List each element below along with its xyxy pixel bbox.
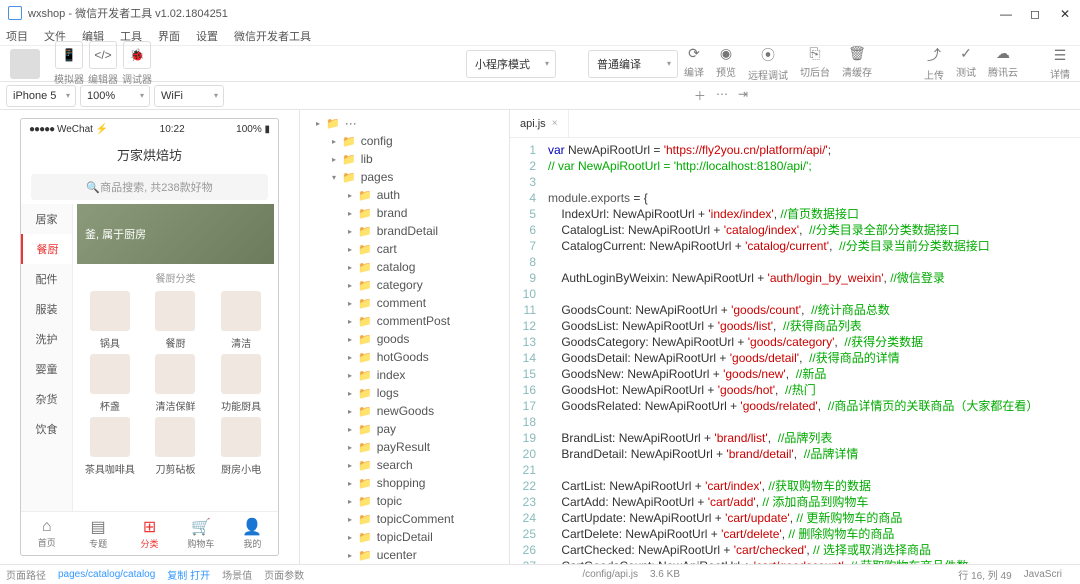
tree-folder[interactable]: ▸📁cart: [300, 240, 509, 258]
sidebar-category[interactable]: 配件: [21, 264, 72, 294]
menu-item[interactable]: 设置: [196, 28, 218, 44]
grid-item[interactable]: 餐厨: [145, 291, 207, 350]
detail-icon[interactable]: ☰: [1054, 47, 1067, 64]
debugger-label: 调试器: [122, 71, 152, 86]
maximize-button[interactable]: ◻: [1030, 7, 1042, 19]
test-icon[interactable]: ✓: [960, 45, 972, 62]
grid-item[interactable]: 杯盏: [79, 354, 141, 413]
tree-folder[interactable]: ▸📁catalog: [300, 258, 509, 276]
upload-icon[interactable]: ⤴: [927, 45, 941, 65]
debugger-button[interactable]: 🐞: [123, 41, 151, 69]
grid-item[interactable]: 茶具咖啡具: [79, 417, 141, 476]
tree-folder[interactable]: ▸📁pay: [300, 420, 509, 438]
tabbar-item[interactable]: 👤我的: [227, 512, 278, 555]
footer-copy-open[interactable]: 复制 打开: [167, 567, 210, 582]
grid-item[interactable]: 厨房小电: [210, 417, 272, 476]
tree-folder[interactable]: ▸📁newGoods: [300, 402, 509, 420]
app-title: 万家烘焙坊: [21, 139, 278, 170]
tabbar-item[interactable]: ▤专题: [72, 512, 123, 555]
tree-folder[interactable]: ▸📁logs: [300, 384, 509, 402]
tree-folder[interactable]: ▸📁search: [300, 456, 509, 474]
footer-lang: JavaScri: [1024, 569, 1062, 580]
app-logo-icon: [8, 6, 22, 20]
tabbar-item[interactable]: ⊞分类: [124, 512, 175, 555]
avatar[interactable]: [10, 49, 40, 79]
cloud-icon[interactable]: ☁: [996, 45, 1010, 62]
tree-folder[interactable]: ▾📁pages: [300, 168, 509, 186]
footer-path-label: 页面路径: [6, 567, 46, 582]
footer-scene[interactable]: 场景值: [222, 567, 252, 582]
editor-tab[interactable]: api.js×: [510, 110, 569, 137]
tree-folder[interactable]: ▸📁auth: [300, 186, 509, 204]
simulator-label: 模拟器: [54, 71, 84, 86]
grid-item[interactable]: 清洁: [210, 291, 272, 350]
background-icon[interactable]: ⎘: [809, 45, 820, 62]
compile-icon[interactable]: ⟳: [688, 45, 700, 62]
tree-folder[interactable]: ▸📁···: [300, 114, 509, 132]
tree-folder[interactable]: ▸📁brandDetail: [300, 222, 509, 240]
menu-item[interactable]: 界面: [158, 28, 180, 44]
window-title: wxshop - 微信开发者工具 v1.02.1804251: [28, 5, 1000, 21]
preview-icon[interactable]: ◉: [720, 45, 732, 62]
footer-file: /config/api.js: [582, 569, 638, 580]
status-right: 100% ▮: [236, 124, 270, 135]
minimize-button[interactable]: —: [1000, 7, 1012, 19]
menu-item[interactable]: 微信开发者工具: [234, 28, 311, 44]
code-editor[interactable]: var NewApiRootUrl = 'https://fly2you.cn/…: [544, 138, 1080, 564]
network-select[interactable]: WiFi: [154, 85, 224, 107]
add-file-icon[interactable]: ＋: [694, 87, 706, 104]
status-left: ●●●●● WeChat ⚡: [29, 124, 108, 135]
sidebar-category[interactable]: 餐厨: [21, 234, 72, 264]
tabbar-item[interactable]: 🛒购物车: [175, 512, 226, 555]
close-button[interactable]: ✕: [1060, 7, 1072, 19]
mini-mode-select[interactable]: 小程序模式: [466, 50, 556, 78]
footer-params[interactable]: 页面参数: [264, 567, 304, 582]
tree-folder[interactable]: ▸📁commentPost: [300, 312, 509, 330]
category-subtitle: 餐厨分类: [73, 264, 278, 291]
tree-folder[interactable]: ▸📁config: [300, 132, 509, 150]
close-tab-icon[interactable]: ×: [552, 118, 558, 129]
tree-folder[interactable]: ▸📁hotGoods: [300, 348, 509, 366]
tree-folder[interactable]: ▸📁index: [300, 366, 509, 384]
tree-folder[interactable]: ▸📁payResult: [300, 438, 509, 456]
menu-item[interactable]: 项目: [6, 28, 28, 44]
sidebar-category[interactable]: 杂货: [21, 384, 72, 414]
clear-cache-icon[interactable]: 🗑: [848, 45, 866, 62]
grid-item[interactable]: 刀剪砧板: [145, 417, 207, 476]
sidebar-category[interactable]: 服装: [21, 294, 72, 324]
sidebar-category[interactable]: 居家: [21, 204, 72, 234]
search-input[interactable]: 🔍 商品搜索, 共238款好物: [31, 174, 268, 200]
tree-folder[interactable]: ▸📁brand: [300, 204, 509, 222]
grid-item[interactable]: 锅具: [79, 291, 141, 350]
simulator-button[interactable]: 📱: [55, 41, 83, 69]
tree-folder[interactable]: ▸📁comment: [300, 294, 509, 312]
tree-folder[interactable]: ▸📁lib: [300, 150, 509, 168]
tree-folder[interactable]: ▸📁topic: [300, 492, 509, 510]
tree-folder[interactable]: ▸📁topicDetail: [300, 528, 509, 546]
footer-size: 3.6 KB: [650, 569, 680, 580]
compile-select[interactable]: 普通编译: [588, 50, 678, 78]
collapse-panel-icon[interactable]: ⇥: [738, 87, 748, 104]
tree-folder[interactable]: ▸📁category: [300, 276, 509, 294]
grid-item[interactable]: 功能厨具: [210, 354, 272, 413]
category-banner[interactable]: 釜, 属于厨房: [77, 204, 274, 264]
zoom-select[interactable]: 100%: [80, 85, 150, 107]
status-time: 10:22: [160, 124, 185, 135]
remote-debug-icon[interactable]: ⦿: [761, 45, 775, 65]
tree-folder[interactable]: ▸📁ucenter: [300, 546, 509, 564]
footer-path[interactable]: pages/catalog/catalog: [58, 569, 155, 580]
editor-label: 编辑器: [88, 71, 118, 86]
tree-folder[interactable]: ▸📁goods: [300, 330, 509, 348]
tree-folder[interactable]: ▸📁topicComment: [300, 510, 509, 528]
editor-button[interactable]: </>: [89, 41, 117, 69]
more-icon[interactable]: ⋯: [716, 87, 728, 104]
grid-item[interactable]: 清洁保鲜: [145, 354, 207, 413]
footer-linecol: 行 16, 列 49: [958, 567, 1011, 582]
tree-folder[interactable]: ▸📁shopping: [300, 474, 509, 492]
sidebar-category[interactable]: 婴童: [21, 354, 72, 384]
device-select[interactable]: iPhone 5: [6, 85, 76, 107]
sidebar-category[interactable]: 洗护: [21, 324, 72, 354]
sidebar-category[interactable]: 饮食: [21, 414, 72, 444]
tabbar-item[interactable]: ⌂首页: [21, 512, 72, 555]
